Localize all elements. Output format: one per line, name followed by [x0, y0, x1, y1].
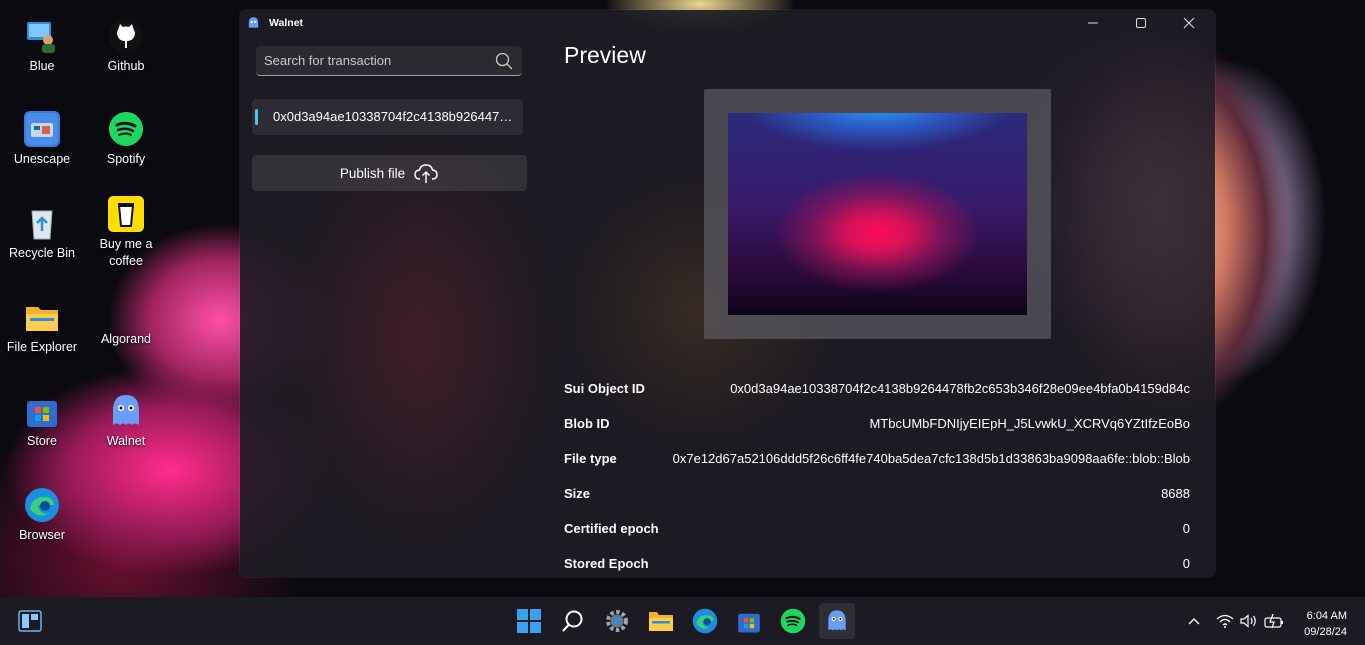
clock-time: 6:04 AM: [1306, 610, 1347, 622]
desktop-icon-algorand[interactable]: Algorand: [84, 325, 168, 348]
desktop-icon-browser[interactable]: Browser: [0, 487, 84, 544]
taskbar-search-button[interactable]: [555, 603, 591, 639]
battery-charging-icon: [1264, 614, 1283, 628]
widgets-icon: [18, 610, 42, 632]
taskbar-edge[interactable]: [687, 603, 723, 639]
walnet-window: Walnet 0x0d3a94ae10338704f2c4138b9264478…: [240, 10, 1215, 577]
desktop-icon-buy-me-a-coffee[interactable]: Buy me a coffee: [84, 196, 168, 270]
preview-pane: Preview Sui Object ID 0x0d3a94ae10338704…: [538, 36, 1215, 577]
desktop-icon-blue[interactable]: Blue: [0, 18, 84, 75]
minimize-icon: [1088, 22, 1098, 24]
maximize-icon: [1136, 18, 1146, 28]
clock-date: 09/28/24: [1304, 626, 1347, 638]
desktop-icon-store[interactable]: Store: [0, 393, 84, 450]
preview-image-frame: [704, 89, 1051, 339]
maximize-button[interactable]: [1117, 10, 1165, 36]
desktop-icon-file-explorer[interactable]: File Explorer: [0, 299, 84, 356]
battery-button[interactable]: [1264, 597, 1284, 645]
walnet-app-icon: [248, 17, 259, 29]
close-icon: [1183, 17, 1195, 29]
store-icon: [24, 393, 60, 429]
detail-row-file-type: File type 0x7e12d67a52106ddd5f26c6ff4fe7…: [564, 451, 1190, 466]
edge-browser-icon: [24, 487, 60, 523]
taskbar-clock[interactable]: 6:04 AM 09/28/24: [1304, 608, 1347, 640]
show-hidden-icons-button[interactable]: [1188, 597, 1200, 645]
detail-row-sui-object-id: Sui Object ID 0x0d3a94ae10338704f2c4138b…: [564, 381, 1190, 396]
publish-file-label: Publish file: [339, 165, 406, 181]
desktop-icon-walnet[interactable]: Walnet: [84, 393, 168, 450]
chevron-up-icon: [1188, 618, 1200, 625]
desktop-icon-github[interactable]: Github: [84, 18, 168, 75]
widgets-button[interactable]: [12, 603, 48, 639]
spotify-icon: [780, 608, 806, 634]
unescape-icon: [24, 111, 60, 147]
preview-title: Preview: [564, 42, 646, 68]
coffee-cup-icon: [108, 196, 144, 232]
search-icon: [562, 610, 583, 632]
github-icon: [108, 18, 144, 54]
publish-file-button[interactable]: Publish file: [252, 155, 527, 191]
recycle-bin-icon: [24, 205, 60, 241]
speaker-icon: [1240, 614, 1256, 628]
taskbar-walnet[interactable]: [819, 603, 855, 639]
walnet-icon: [828, 610, 846, 631]
cloud-upload-icon: [414, 164, 438, 183]
transaction-list-item[interactable]: 0x0d3a94ae10338704f2c4138b9264478fb2c653…: [252, 99, 523, 135]
minimize-button[interactable]: [1069, 10, 1117, 36]
folder-icon: [649, 612, 673, 631]
store-icon: [738, 613, 760, 633]
window-title: Walnet: [269, 17, 304, 29]
detail-row-size: Size 8688: [564, 486, 1190, 501]
selection-indicator: [255, 109, 258, 125]
taskbar-store[interactable]: [731, 603, 767, 639]
preview-image: [728, 113, 1027, 315]
detail-row-certified-epoch: Certified epoch 0: [564, 521, 1190, 536]
network-button[interactable]: [1216, 597, 1234, 645]
desktop-icon-unescape[interactable]: Unescape: [0, 111, 84, 168]
walnet-icon: [108, 393, 144, 429]
detail-row-blob-id: Blob ID MTbcUMbFDNIjyEIEpH_J5LvwkU_XCRVq…: [564, 416, 1190, 431]
search-box[interactable]: [256, 46, 522, 76]
search-icon[interactable]: [495, 52, 513, 70]
transaction-sidebar: 0x0d3a94ae10338704f2c4138b9264478fb2c653…: [240, 36, 538, 577]
search-input[interactable]: [256, 46, 502, 74]
folder-icon: [24, 299, 60, 335]
desktop-icon-recycle-bin[interactable]: Recycle Bin: [0, 205, 84, 262]
start-button[interactable]: [511, 603, 547, 639]
blue-icon: [24, 18, 60, 54]
desktop-icon-spotify[interactable]: Spotify: [84, 111, 168, 168]
title-bar[interactable]: Walnet: [240, 10, 1215, 36]
taskbar-file-explorer[interactable]: [643, 603, 679, 639]
windows-start-icon: [517, 609, 541, 633]
taskbar: 6:04 AM 09/28/24: [0, 597, 1365, 645]
spotify-icon: [108, 111, 144, 147]
volume-button[interactable]: [1240, 597, 1258, 645]
transaction-id: 0x0d3a94ae10338704f2c4138b9264478fb2c653…: [273, 109, 518, 124]
edge-browser-icon: [692, 608, 718, 634]
taskbar-spotify[interactable]: [775, 603, 811, 639]
taskbar-settings[interactable]: [599, 603, 635, 639]
detail-row-stored-epoch: Stored Epoch 0: [564, 556, 1190, 571]
gear-icon: [606, 610, 628, 632]
wifi-icon: [1216, 614, 1234, 628]
close-button[interactable]: [1165, 10, 1213, 36]
